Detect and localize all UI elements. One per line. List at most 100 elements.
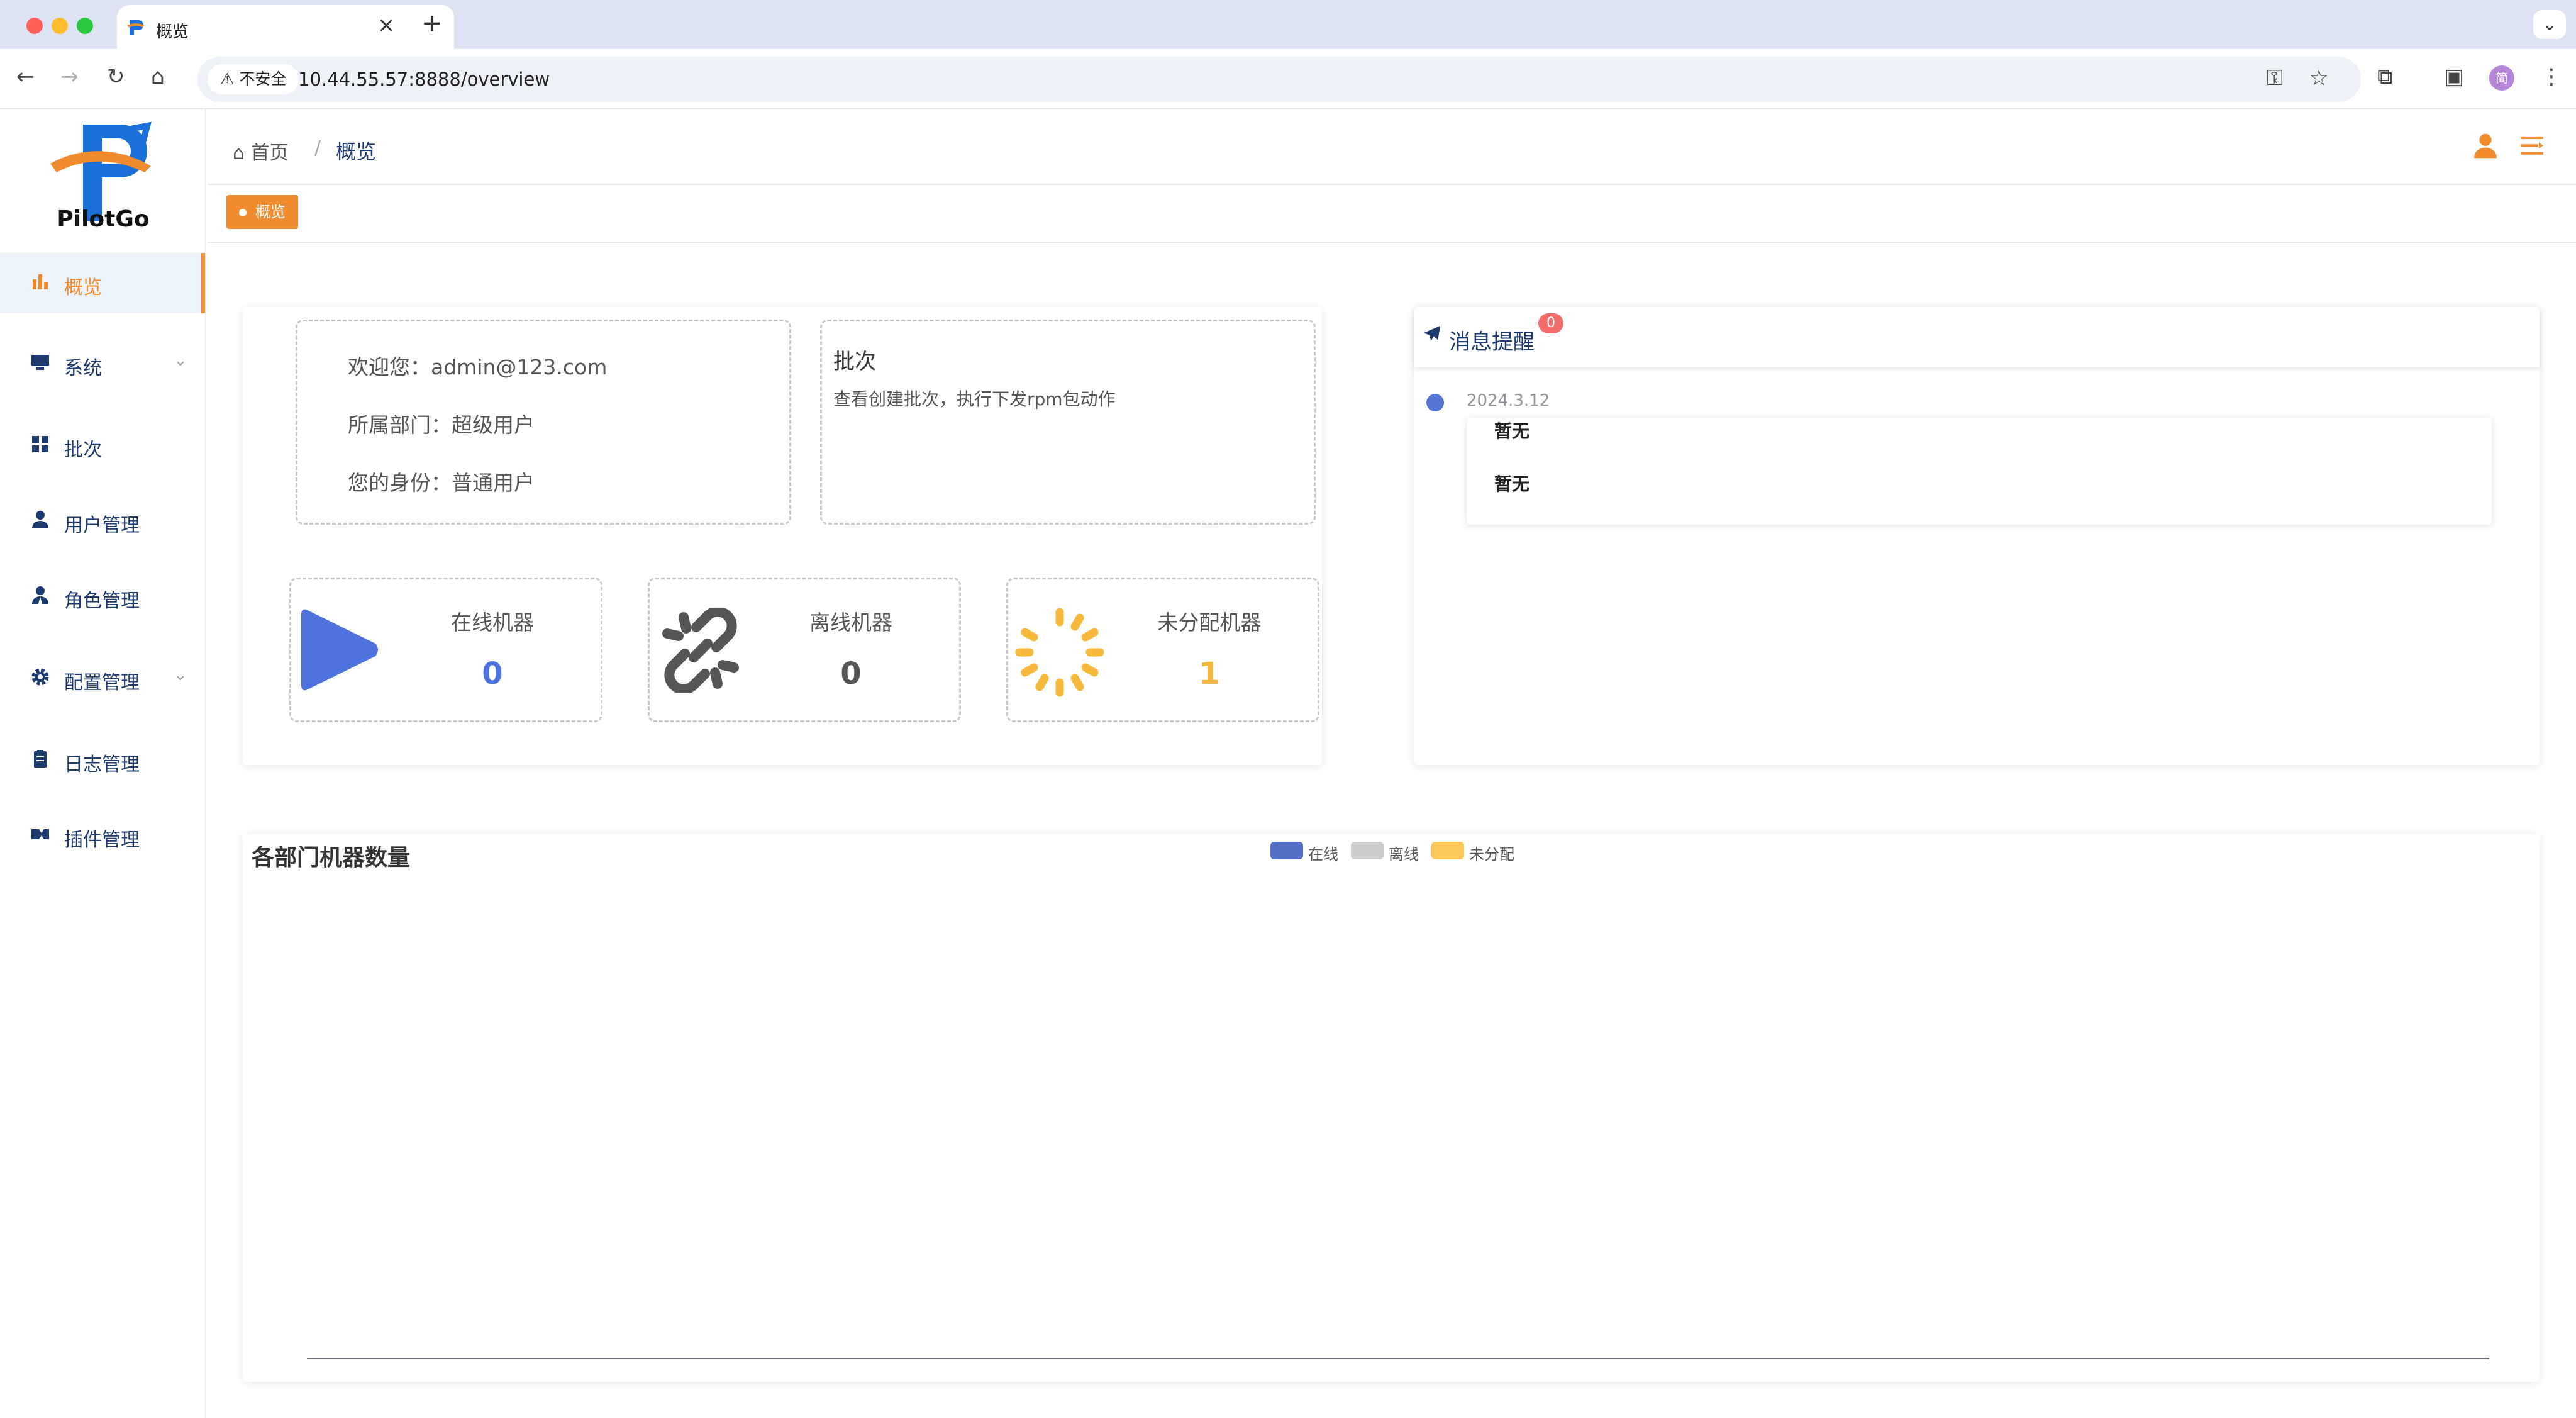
sidebar: PilotGo 概览 系统 ⌄ 批次 用户管理 角色管理 配置管理 ⌄ 日志管理… <box>0 109 206 1418</box>
unassigned-machines-stat[interactable]: 未分配机器 1 <box>1006 578 1319 722</box>
window-close-button[interactable] <box>26 18 43 34</box>
password-key-icon[interactable]: ⚿ <box>2267 65 2283 91</box>
security-label: 不安全 <box>239 70 287 88</box>
legend-swatch <box>1351 842 1384 859</box>
tab-search-chevron-icon[interactable]: ⌄ <box>2533 10 2566 39</box>
sidebar-item-label: 插件管理 <box>64 829 140 851</box>
sidebar-item-label: 概览 <box>64 277 102 299</box>
sidebar-item-log-management[interactable]: 日志管理 <box>0 730 205 790</box>
stat-label: 在线机器 <box>451 610 534 635</box>
batch-panel[interactable]: 批次 查看创建批次，执行下发rpm包动作 <box>820 320 1316 525</box>
security-warning-chip[interactable]: ⚠ 不安全 <box>208 64 299 94</box>
url-text[interactable]: 10.44.55.57:8888/overview <box>298 69 550 90</box>
breadcrumb-current: 概览 <box>336 140 377 164</box>
forward-arrow-icon[interactable]: → <box>60 64 79 89</box>
chevron-down-icon: ⌄ <box>174 666 187 684</box>
timeline-dot <box>1426 394 1444 411</box>
sidebar-item-user-management[interactable]: 用户管理 <box>0 491 205 551</box>
browser-menu-icon[interactable]: ⋮ <box>2541 64 2562 89</box>
menu-toggle-icon[interactable] <box>2518 132 2546 167</box>
pilotgo-favicon-icon <box>128 20 144 35</box>
offline-machines-stat[interactable]: 离线机器 0 <box>648 578 961 722</box>
message-title: 消息提醒 <box>1449 330 1535 355</box>
play-icon <box>301 609 378 691</box>
sidebar-item-label: 系统 <box>64 357 102 379</box>
legend-label: 未分配 <box>1469 846 1514 863</box>
tags-view-bar: 概览 <box>208 185 2576 243</box>
home-icon: ⌂ <box>233 142 245 164</box>
legend-label: 离线 <box>1389 846 1419 863</box>
browser-tab-overview[interactable]: 概览 × <box>117 5 454 49</box>
logo-text: PilotGo <box>57 206 150 232</box>
offline-count: 0 <box>840 656 862 691</box>
spinner-icon <box>1015 608 1104 697</box>
online-count: 0 <box>482 656 503 691</box>
message-item: 暂无 <box>1494 474 1530 494</box>
identity-text: 您的身份：普通用户 <box>348 471 535 495</box>
online-machines-stat[interactable]: 在线机器 0 <box>289 578 602 722</box>
sidebar-item-label: 角色管理 <box>64 590 140 612</box>
message-count-badge: 0 <box>1538 313 1563 333</box>
app-header: ⌂ 首页 / 概览 <box>208 109 2576 185</box>
sidebar-item-label: 日志管理 <box>64 754 140 776</box>
clipboard-icon <box>30 749 53 771</box>
reload-icon[interactable]: ↻ <box>107 64 125 89</box>
extensions-puzzle-icon[interactable]: ⧉ <box>2377 64 2392 89</box>
sidebar-item-overview[interactable]: 概览 <box>0 253 205 313</box>
batch-title: 批次 <box>833 349 876 374</box>
batch-description: 查看创建批次，执行下发rpm包动作 <box>833 389 1116 410</box>
back-arrow-icon[interactable]: ← <box>16 64 35 89</box>
user-avatar-icon[interactable] <box>2472 132 2499 167</box>
browser-tab-strip: 概览 × + ⌄ <box>0 0 2576 49</box>
welcome-text: 欢迎您：admin@123.com <box>348 355 608 379</box>
sidebar-item-system[interactable]: 系统 ⌄ <box>0 333 205 394</box>
legend-label: 在线 <box>1308 846 1338 863</box>
legend-swatch <box>1431 842 1464 859</box>
paper-plane-icon <box>1423 325 1441 349</box>
new-tab-button[interactable]: + <box>421 9 443 38</box>
message-card: 消息提醒 0 2024.3.12 暂无 暂无 <box>1414 307 2540 765</box>
user-icon <box>30 510 53 532</box>
stat-label: 未分配机器 <box>1157 610 1262 635</box>
breadcrumb-home[interactable]: ⌂ 首页 <box>233 137 289 165</box>
welcome-panel: 欢迎您：admin@123.com 所属部门：超级用户 您的身份：普通用户 <box>296 320 791 525</box>
unassigned-count: 1 <box>1199 656 1220 691</box>
legend-swatch <box>1270 842 1303 859</box>
browser-toolbar: ← → ↻ ⌂ ⚠ 不安全 10.44.55.57:8888/overview … <box>0 49 2576 109</box>
grid-icon <box>30 434 53 457</box>
chevron-down-icon: ⌄ <box>174 351 187 370</box>
address-bar[interactable]: ⚠ 不安全 10.44.55.57:8888/overview ⚿ ☆ <box>197 57 2361 102</box>
message-item: 暂无 <box>1494 421 1530 442</box>
sidebar-item-config-management[interactable]: 配置管理 ⌄ <box>0 648 205 708</box>
timeline-date: 2024.3.12 <box>1467 391 1550 410</box>
broken-link-icon <box>662 608 739 693</box>
chart-bar-icon <box>30 272 53 294</box>
department-text: 所属部门：超级用户 <box>348 413 535 437</box>
sidebar-item-plugin-management[interactable]: 插件管理 <box>0 805 205 866</box>
department-machines-chart: 各部门机器数量 在线 离线 未分配 <box>243 834 2540 1382</box>
sidebar-item-label: 用户管理 <box>64 515 140 537</box>
message-header: 消息提醒 0 <box>1414 307 2540 367</box>
window-minimize-button[interactable] <box>52 18 68 34</box>
timeline-card: 暂无 暂无 <box>1467 418 2492 525</box>
breadcrumb-home-label: 首页 <box>250 142 289 164</box>
home-icon[interactable]: ⌂ <box>151 64 165 89</box>
sidebar-item-role-management[interactable]: 角色管理 <box>0 566 205 627</box>
tab-title: 概览 <box>156 23 189 42</box>
tag-overview[interactable]: 概览 <box>226 195 298 229</box>
sidebar-item-batch[interactable]: 批次 <box>0 415 205 476</box>
bookmark-star-icon[interactable]: ☆ <box>2309 65 2328 91</box>
close-tab-icon[interactable]: × <box>377 13 396 38</box>
chart-x-axis-line <box>307 1358 2489 1359</box>
profile-avatar[interactable]: 简 <box>2489 65 2514 91</box>
role-icon <box>30 585 53 608</box>
stat-label: 离线机器 <box>809 610 892 635</box>
breadcrumb-separator: / <box>314 137 321 159</box>
window-maximize-button[interactable] <box>77 18 93 34</box>
sidebar-item-label: 批次 <box>64 439 102 461</box>
plugin-icon <box>30 824 53 847</box>
side-panel-icon[interactable]: ▣ <box>2444 64 2464 89</box>
chart-title: 各部门机器数量 <box>252 845 411 871</box>
overview-card: 欢迎您：admin@123.com 所属部门：超级用户 您的身份：普通用户 批次… <box>243 307 1322 765</box>
sidebar-item-label: 配置管理 <box>64 672 140 694</box>
